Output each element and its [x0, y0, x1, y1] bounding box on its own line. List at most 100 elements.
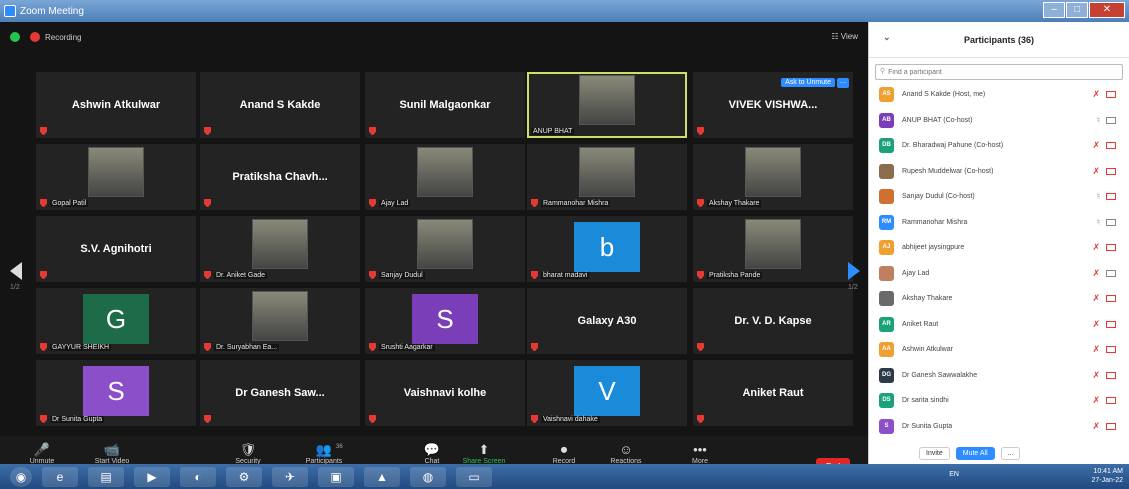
video-tile[interactable]: VIVEK VISHWA... Ask to Unmute…: [693, 72, 853, 138]
video-tile[interactable]: Sunil Malgaonkar: [365, 72, 525, 138]
participant-search-input[interactable]: [888, 68, 1109, 76]
video-tile[interactable]: Aniket Raut: [693, 360, 853, 426]
participant-row[interactable]: Sanjay Dudul (Co-host) ♮: [869, 186, 1129, 207]
toolbar-button-start-video[interactable]: 📹 Start Video: [80, 442, 144, 465]
media-player-icon[interactable]: ▶: [134, 466, 170, 487]
participant-video-image: [252, 219, 308, 269]
participant-row[interactable]: AS Anand S Kakde (Host, me) ✗: [869, 84, 1129, 105]
video-tile[interactable]: Akshay Thakare: [693, 144, 853, 210]
invite-button[interactable]: Invite: [919, 446, 950, 460]
next-page-arrow-icon[interactable]: [848, 262, 860, 280]
participant-row[interactable]: AJ abhijeet jaysingpure ✗: [869, 237, 1129, 258]
video-tile[interactable]: ANUP BHAT: [527, 72, 687, 138]
minimize-button[interactable]: –: [1043, 2, 1065, 18]
participant-row[interactable]: DB Dr. Bharadwaj Pahune (Co-host) ✗: [869, 135, 1129, 156]
participant-row[interactable]: Ajay Lad ✗: [869, 263, 1129, 284]
toolbar-button-share-screen[interactable]: ⬆ Share Screen: [452, 442, 516, 465]
toolbar-button-record[interactable]: ⏺ Record: [532, 442, 596, 465]
camera-off-icon: [1106, 193, 1116, 200]
video-tile[interactable]: Anand S Kakde: [200, 72, 360, 138]
panel-more-button[interactable]: ...: [1000, 446, 1021, 460]
ie-browser-icon[interactable]: e: [42, 466, 78, 487]
firefox-icon[interactable]: ◐: [180, 466, 216, 487]
image-viewer-icon[interactable]: ▣: [318, 466, 354, 487]
panel-title: Participants (36): [963, 34, 1035, 45]
messenger-app-icon[interactable]: ✈: [272, 466, 308, 487]
video-tile[interactable]: Dr. V. D. Kapse: [693, 288, 853, 354]
participant-name: Akshay Thakare: [902, 295, 953, 302]
video-tile[interactable]: S Srushti Aagarkar: [365, 288, 525, 354]
participant-row[interactable]: AA Ashwin Atkulwar ✗: [869, 339, 1129, 360]
video-tile[interactable]: Rammanohar Mishra: [527, 144, 687, 210]
ask-to-unmute-button[interactable]: Ask to Unmute: [781, 78, 835, 87]
pdf-reader-icon[interactable]: ▲: [364, 466, 400, 487]
participant-row[interactable]: AB ANUP BHAT (Co-host) ♮: [869, 110, 1129, 131]
video-tile[interactable]: Sanjay Dudul: [365, 216, 525, 282]
participant-row[interactable]: Rupesh Muddelwar (Co-host) ✗: [869, 161, 1129, 182]
video-tile[interactable]: S.V. Agnihotri: [36, 216, 196, 282]
video-tile[interactable]: Pratiksha Chavh...: [200, 144, 360, 210]
participant-row[interactable]: S Dr Sunita Gupta ✗: [869, 416, 1129, 437]
participant-row[interactable]: DG Dr Ganesh Sawwalakhe ✗: [869, 365, 1129, 386]
video-tile[interactable]: Pratiksha Pande: [693, 216, 853, 282]
participants-icon: 👥: [315, 442, 333, 457]
avatar: AB: [879, 112, 894, 128]
muted-mic-icon: [204, 127, 211, 135]
mic-muted-icon: ✗: [1092, 369, 1100, 380]
video-tile[interactable]: Dr Ganesh Saw...: [200, 360, 360, 426]
tile-label: Vaishnavi dahake: [541, 416, 600, 423]
video-tile[interactable]: V Vaishnavi dahake: [527, 360, 687, 426]
start-button-icon[interactable]: ◉: [10, 466, 32, 487]
video-tile[interactable]: Dr. Suryabhan Ea...: [200, 288, 360, 354]
close-button[interactable]: ✕: [1089, 2, 1125, 18]
video-tile[interactable]: Vaishnavi kolhe: [365, 360, 525, 426]
toolbar-button-participants[interactable]: 👥 36 Participants: [292, 442, 356, 465]
muted-mic-icon: [369, 199, 376, 207]
video-tile[interactable]: Dr. Aniket Gade: [200, 216, 360, 282]
chrome-icon[interactable]: ◍: [410, 466, 446, 487]
view-button[interactable]: ☷ View: [831, 32, 858, 41]
camera-off-icon: [1106, 371, 1116, 379]
system-clock[interactable]: 10:41 AM 27-Jan-22: [1091, 467, 1123, 485]
language-indicator[interactable]: EN: [949, 471, 959, 478]
video-tile[interactable]: S Dr Sunita Gupta: [36, 360, 196, 426]
file-explorer-icon[interactable]: ▤: [88, 466, 124, 487]
video-tile[interactable]: Gopal Patil: [36, 144, 196, 210]
avatar: [879, 265, 894, 281]
participant-row[interactable]: AR Aniket Raut ✗: [869, 314, 1129, 335]
participants-panel: ⌄ Participants (36) ⚲ AS Anand S Kakde (H…: [868, 22, 1129, 464]
participant-row[interactable]: Akshay Thakare ✗: [869, 288, 1129, 309]
mic-off-icon: 🎤: [33, 442, 51, 457]
video-off-icon: 📹: [103, 442, 121, 457]
tile-more-button[interactable]: …: [837, 78, 849, 88]
video-tile[interactable]: b bharat madavi: [527, 216, 687, 282]
participant-name: Dr sarita sindhi: [902, 397, 949, 404]
muted-mic-icon: [40, 343, 47, 351]
panel-footer: Invite Mute All ...: [869, 442, 1129, 464]
prev-page-arrow-icon[interactable]: [10, 262, 22, 280]
toolbar-button-security[interactable]: 🛡 Security: [216, 442, 280, 465]
video-tile[interactable]: G GAYYUR SHEIKH: [36, 288, 196, 354]
maximize-button[interactable]: □: [1066, 2, 1088, 18]
encryption-shield-icon[interactable]: [10, 32, 20, 42]
participant-row[interactable]: RM Rammanohar Mishra ♮: [869, 212, 1129, 233]
toolbar-button-unmute[interactable]: 🎤 Unmute: [10, 442, 74, 465]
network-app-icon[interactable]: ⚙: [226, 466, 262, 487]
zoom-taskbar-icon[interactable]: ▭: [456, 466, 492, 487]
collapse-chevron-icon[interactable]: ⌄: [883, 32, 891, 43]
tile-participant-name: Vaishnavi kolhe: [403, 387, 487, 399]
video-tile[interactable]: Ashwin Atkulwar: [36, 72, 196, 138]
muted-mic-icon: [40, 271, 47, 279]
participant-name: Dr Ganesh Sawwalakhe: [902, 371, 978, 379]
participant-row[interactable]: DS Dr sarita sindhi ✗: [869, 390, 1129, 411]
video-tile[interactable]: Galaxy A30: [527, 288, 687, 354]
mute-all-button[interactable]: Mute All: [955, 446, 995, 460]
toolbar-button-reactions[interactable]: ☺ Reactions: [594, 442, 658, 465]
toolbar-button-more[interactable]: ••• More: [668, 442, 732, 465]
video-tile[interactable]: Ajay Lad: [365, 144, 525, 210]
avatar-letter: G: [83, 294, 149, 344]
participant-search[interactable]: ⚲: [875, 64, 1123, 80]
avatar: S: [879, 418, 894, 434]
participant-video-image: [745, 219, 801, 269]
muted-mic-icon: [697, 199, 704, 207]
